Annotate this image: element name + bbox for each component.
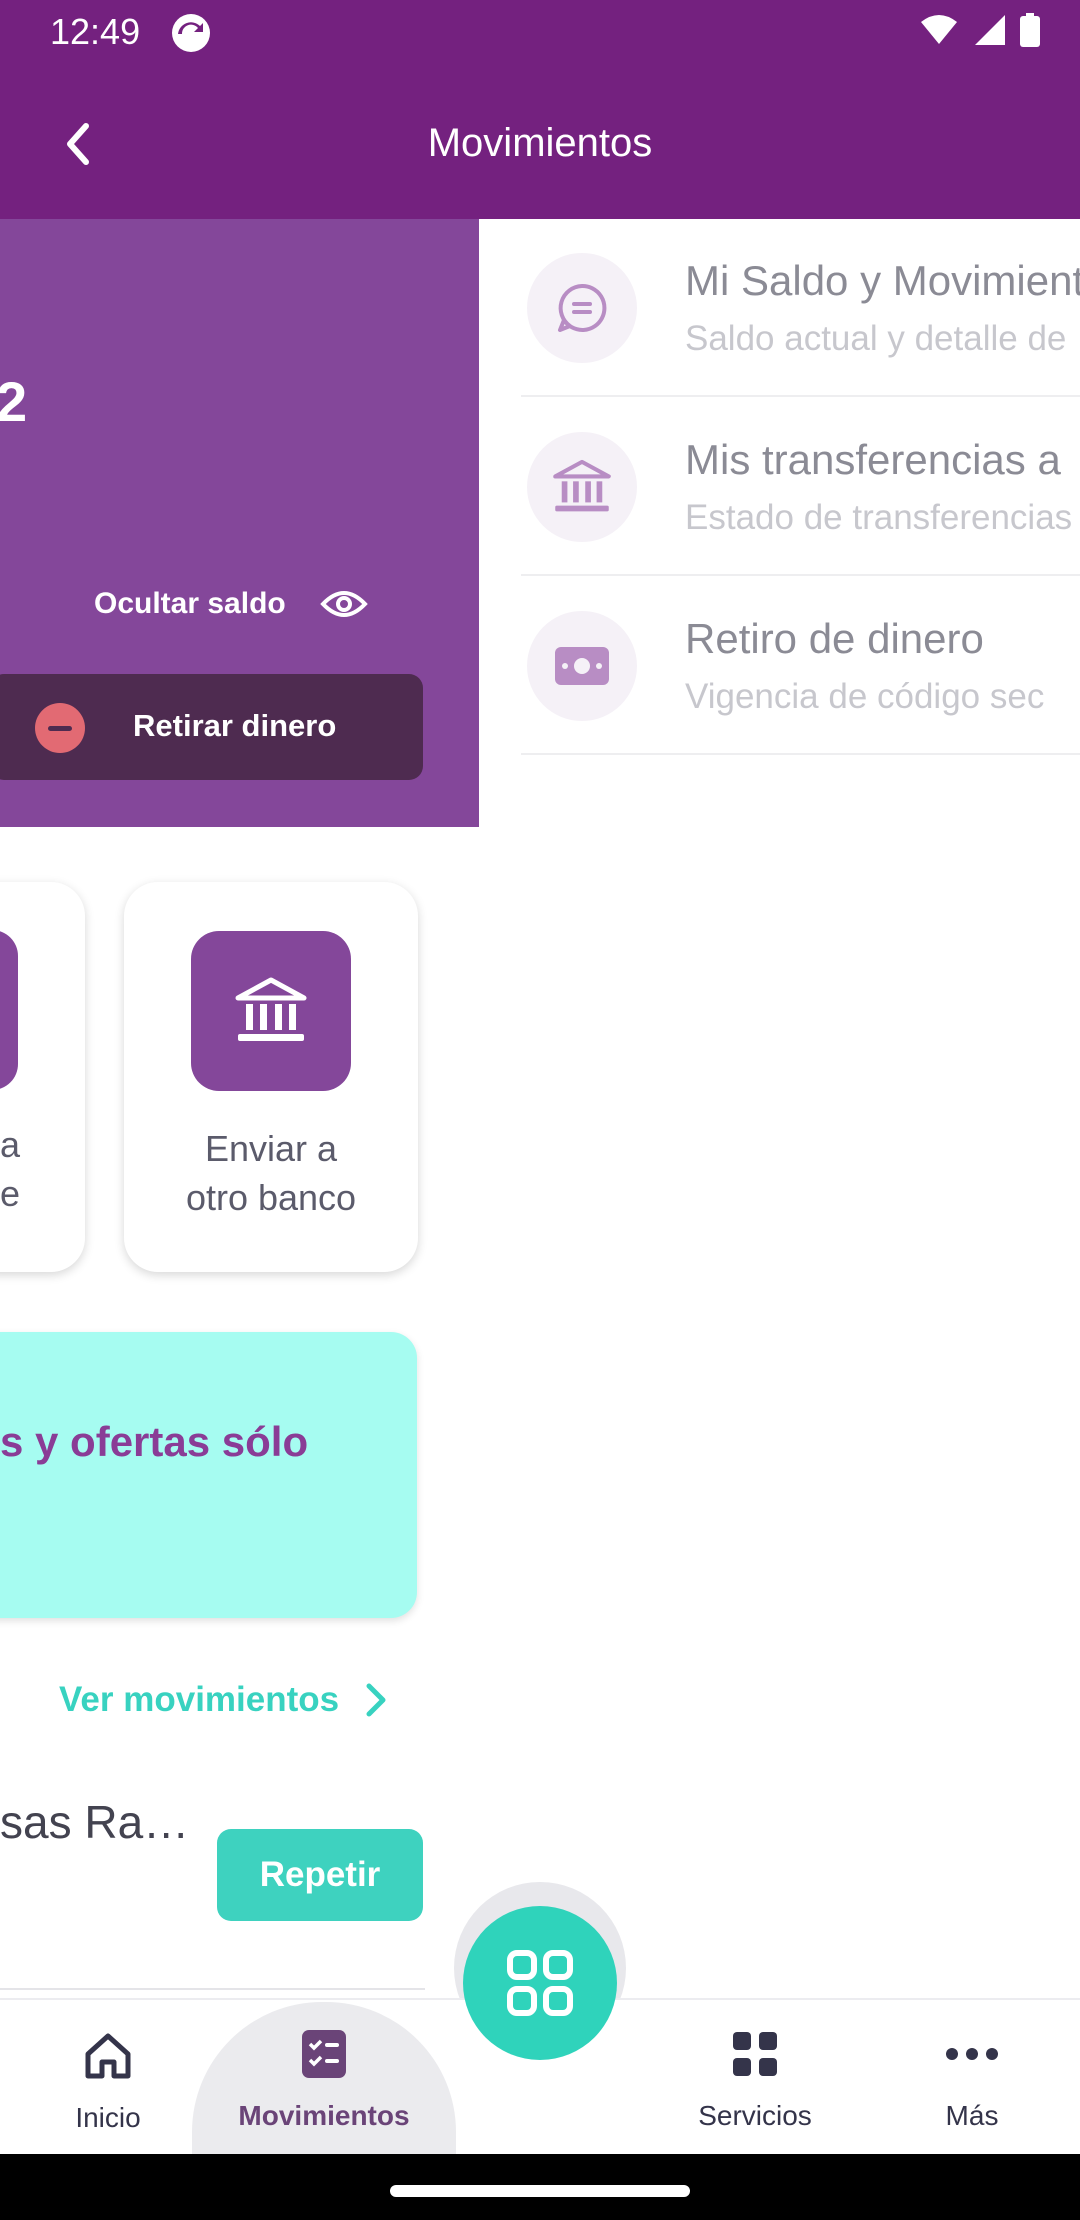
cash-icon <box>527 611 637 721</box>
wifi-icon <box>920 14 958 51</box>
signal-icon <box>972 14 1006 51</box>
nav-item-movimientos[interactable]: Movimientos <box>224 1998 424 2154</box>
home-icon <box>8 2030 208 2086</box>
home-gesture-handle[interactable] <box>390 2185 690 2197</box>
nav-item-servicios[interactable]: Servicios <box>655 1998 855 2154</box>
app-header: 12:49 Movimientos <box>0 0 1080 219</box>
eye-icon <box>319 591 368 617</box>
menu-item-transfers[interactable]: Mis transferencias a Estado de transfere… <box>521 398 1080 576</box>
nav-item-inicio[interactable]: Inicio <box>8 2000 208 2156</box>
chevron-right-icon <box>366 1683 386 1717</box>
status-icons <box>920 12 1040 52</box>
nav-label: Movimientos <box>238 2100 410 2131</box>
apps-fab-button[interactable] <box>463 1906 617 2060</box>
divider <box>0 1988 425 1990</box>
menu-item-balance-movements[interactable]: Mi Saldo y Movimientos Saldo actual y de… <box>521 219 1080 397</box>
see-movements-label: Ver movimientos <box>59 1680 340 1719</box>
menu-item-withdrawal[interactable]: Retiro de dinero Vigencia de código sec <box>521 577 1080 755</box>
withdraw-button[interactable]: Retirar dinero <box>0 674 423 780</box>
promo-banner[interactable]: s y ofertas sólo <box>0 1332 417 1618</box>
send-other-bank-card[interactable]: Enviar a otro banco <box>124 882 418 1272</box>
bank-tile <box>191 931 351 1091</box>
menu-item-title: Mi Saldo y Movimientos <box>685 257 1080 304</box>
nav-item-mas[interactable]: Más <box>872 1998 1072 2154</box>
minus-circle-icon <box>35 703 85 753</box>
nav-label: Servicios <box>698 2100 812 2131</box>
action-label-fragment: a <box>0 1124 21 1165</box>
send-other-bank-label: Enviar a otro banco <box>185 1128 357 1218</box>
menu-item-subtitle: Vigencia de código sec <box>685 677 1045 716</box>
repeat-button[interactable]: Repetir <box>217 1829 423 1921</box>
nav-label: Más <box>945 2100 999 2131</box>
battery-icon <box>1020 12 1040 52</box>
movements-menu: Mi Saldo y Movimientos Saldo actual y de… <box>479 219 1080 759</box>
nav-label: Inicio <box>75 2102 141 2133</box>
promo-text: s y ofertas sólo <box>0 1418 309 1465</box>
apps-icon <box>507 1950 573 2016</box>
app-notification-icon <box>170 12 212 54</box>
menu-item-subtitle: Estado de transferencias <box>685 498 1073 537</box>
status-time: 12:49 <box>50 11 141 52</box>
app-screen: 12:49 Movimientos 2 Ocultar saldo Retira… <box>0 0 1080 2220</box>
checklist-icon <box>224 2028 424 2084</box>
bank-icon <box>527 432 637 542</box>
action-tile-icon <box>0 930 18 1090</box>
bank-icon <box>235 977 307 1041</box>
balance-amount: 2 <box>0 370 28 433</box>
chat-icon <box>527 253 637 363</box>
withdraw-label: Retirar dinero <box>133 708 337 743</box>
menu-item-subtitle: Saldo actual y detalle de <box>685 319 1067 358</box>
transaction-name: sas Ra… <box>0 1796 190 1848</box>
action-label-fragment: e <box>0 1173 21 1214</box>
balance-card: 2 Ocultar saldo Retirar dinero <box>0 219 479 827</box>
grid-icon <box>655 2028 855 2084</box>
page-title: Movimientos <box>427 121 653 165</box>
menu-item-title: Retiro de dinero <box>685 615 984 662</box>
action-card-partial[interactable]: a e <box>0 882 85 1272</box>
more-icon <box>872 2028 1072 2084</box>
hide-balance-toggle[interactable]: Ocultar saldo <box>94 587 368 621</box>
hide-balance-label: Ocultar saldo <box>94 587 286 620</box>
see-movements-link[interactable]: Ver movimientos <box>59 1680 387 1720</box>
menu-item-title: Mis transferencias a <box>685 436 1061 483</box>
